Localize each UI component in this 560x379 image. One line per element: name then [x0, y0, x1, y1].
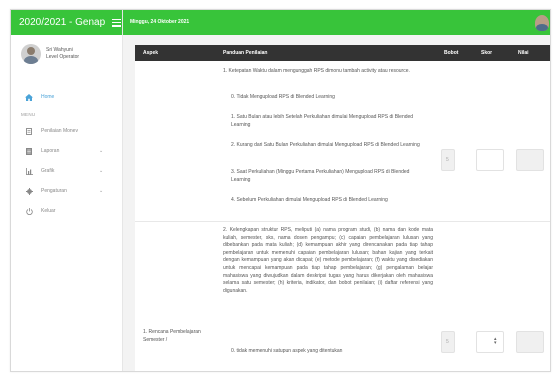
sidebar: 2020/2021 - Genap Sri Wahyuni Level Oper… — [11, 10, 123, 371]
clipboard-icon — [23, 127, 35, 135]
power-icon — [23, 207, 35, 215]
main-content: Aspek Panduan Penilaian Bobot Skor Nilai… — [123, 35, 550, 371]
guideline-option: 0. tidak memenuhi satupun aspek yang dit… — [231, 348, 343, 354]
sidebar-item-label: Keluar — [41, 208, 56, 214]
brand-bar: 2020/2021 - Genap — [11, 10, 122, 35]
sidebar-nav: Home MENU Penilaian Monev Laporan ⌄ Graf… — [11, 87, 122, 221]
sidebar-item-label: Penilaian Monev — [41, 128, 78, 134]
bobot-value: 5 — [441, 149, 455, 171]
skor-input[interactable] — [476, 149, 504, 171]
sidebar-item-label: Grafik — [41, 168, 55, 174]
sidebar-item-penilaian-monev[interactable]: Penilaian Monev — [11, 121, 122, 141]
home-icon — [23, 93, 35, 101]
stepper-arrows-icon[interactable]: ▴ ▾ — [494, 337, 497, 346]
sidebar-item-pengaturan[interactable]: Pengaturan ⌄ — [11, 181, 122, 201]
nilai-value — [516, 331, 544, 353]
sidebar-item-grafik[interactable]: Grafik ⌄ — [11, 161, 122, 181]
user-role: Level Operator — [46, 54, 80, 60]
guideline-option: 0. Tidak Mengupload RPS di Blended Learn… — [231, 94, 335, 100]
top-bar: Minggu, 24 Oktober 2021 — [123, 10, 550, 35]
menu-section-label: MENU — [21, 112, 36, 117]
chevron-down-icon: ⌄ — [99, 148, 104, 154]
avatar — [21, 44, 41, 64]
sidebar-item-label: Home — [41, 94, 55, 100]
guideline-intro: 1. Ketepatan Waktu dalam mengunggah RPS … — [223, 68, 410, 74]
assessment-table: Aspek Panduan Penilaian Bobot Skor Nilai… — [135, 45, 550, 371]
academic-year: 2020/2021 - Genap — [19, 17, 106, 28]
sidebar-item-laporan[interactable]: Laporan ⌄ — [11, 141, 122, 161]
skor-stepper[interactable]: ▴ ▾ — [476, 331, 504, 353]
sidebar-item-keluar[interactable]: Keluar — [11, 201, 122, 221]
chevron-down-icon: ⌄ — [99, 168, 104, 174]
avatar[interactable] — [535, 15, 549, 31]
sidebar-item-label: Laporan — [41, 148, 60, 154]
user-panel: Sri Wahyuni Level Operator — [11, 35, 122, 64]
header-bobot: Bobot — [444, 50, 459, 56]
document-icon — [23, 147, 35, 155]
sidebar-item-home[interactable]: Home — [11, 87, 122, 107]
row-divider — [135, 221, 550, 222]
bobot-value: 5 — [441, 331, 455, 353]
gear-icon — [23, 187, 35, 195]
app-window: 2020/2021 - Genap Sri Wahyuni Level Oper… — [10, 9, 551, 372]
guideline-option: 4. Sebelum Perkuliahan dimulai Menguploa… — [231, 197, 388, 203]
current-date: Minggu, 24 Oktober 2021 — [130, 19, 190, 25]
sidebar-item-label: Pengaturan — [41, 188, 67, 194]
user-name: Sri Wahyuni — [46, 47, 73, 53]
guideline-option: 1. Satu Bulan atau lebih Setelah Perkuli… — [231, 114, 414, 128]
hamburger-menu-icon[interactable] — [112, 18, 122, 27]
nilai-value — [516, 149, 544, 171]
header-aspek: Aspek — [143, 50, 159, 56]
header-skor: Skor — [481, 50, 493, 56]
chevron-down-icon: ⌄ — [99, 188, 104, 194]
guideline-option: 2. Kurang dari Satu Bulan Perkuliahan di… — [231, 142, 420, 148]
table-header: Aspek Panduan Penilaian Bobot Skor Nilai — [135, 45, 550, 61]
header-panduan: Panduan Penilaian — [223, 50, 268, 56]
aspek-label: 1. Rencana Pembelajaran Semester / — [143, 329, 201, 343]
guideline-option: 3. Saat Perkuliahan (Minggu Pertama Perk… — [231, 169, 410, 183]
guideline-text: 2. Kelengkapan struktur RPS, meliputi (a… — [223, 227, 433, 294]
bar-chart-icon — [23, 167, 35, 175]
header-nilai: Nilai — [518, 50, 529, 56]
